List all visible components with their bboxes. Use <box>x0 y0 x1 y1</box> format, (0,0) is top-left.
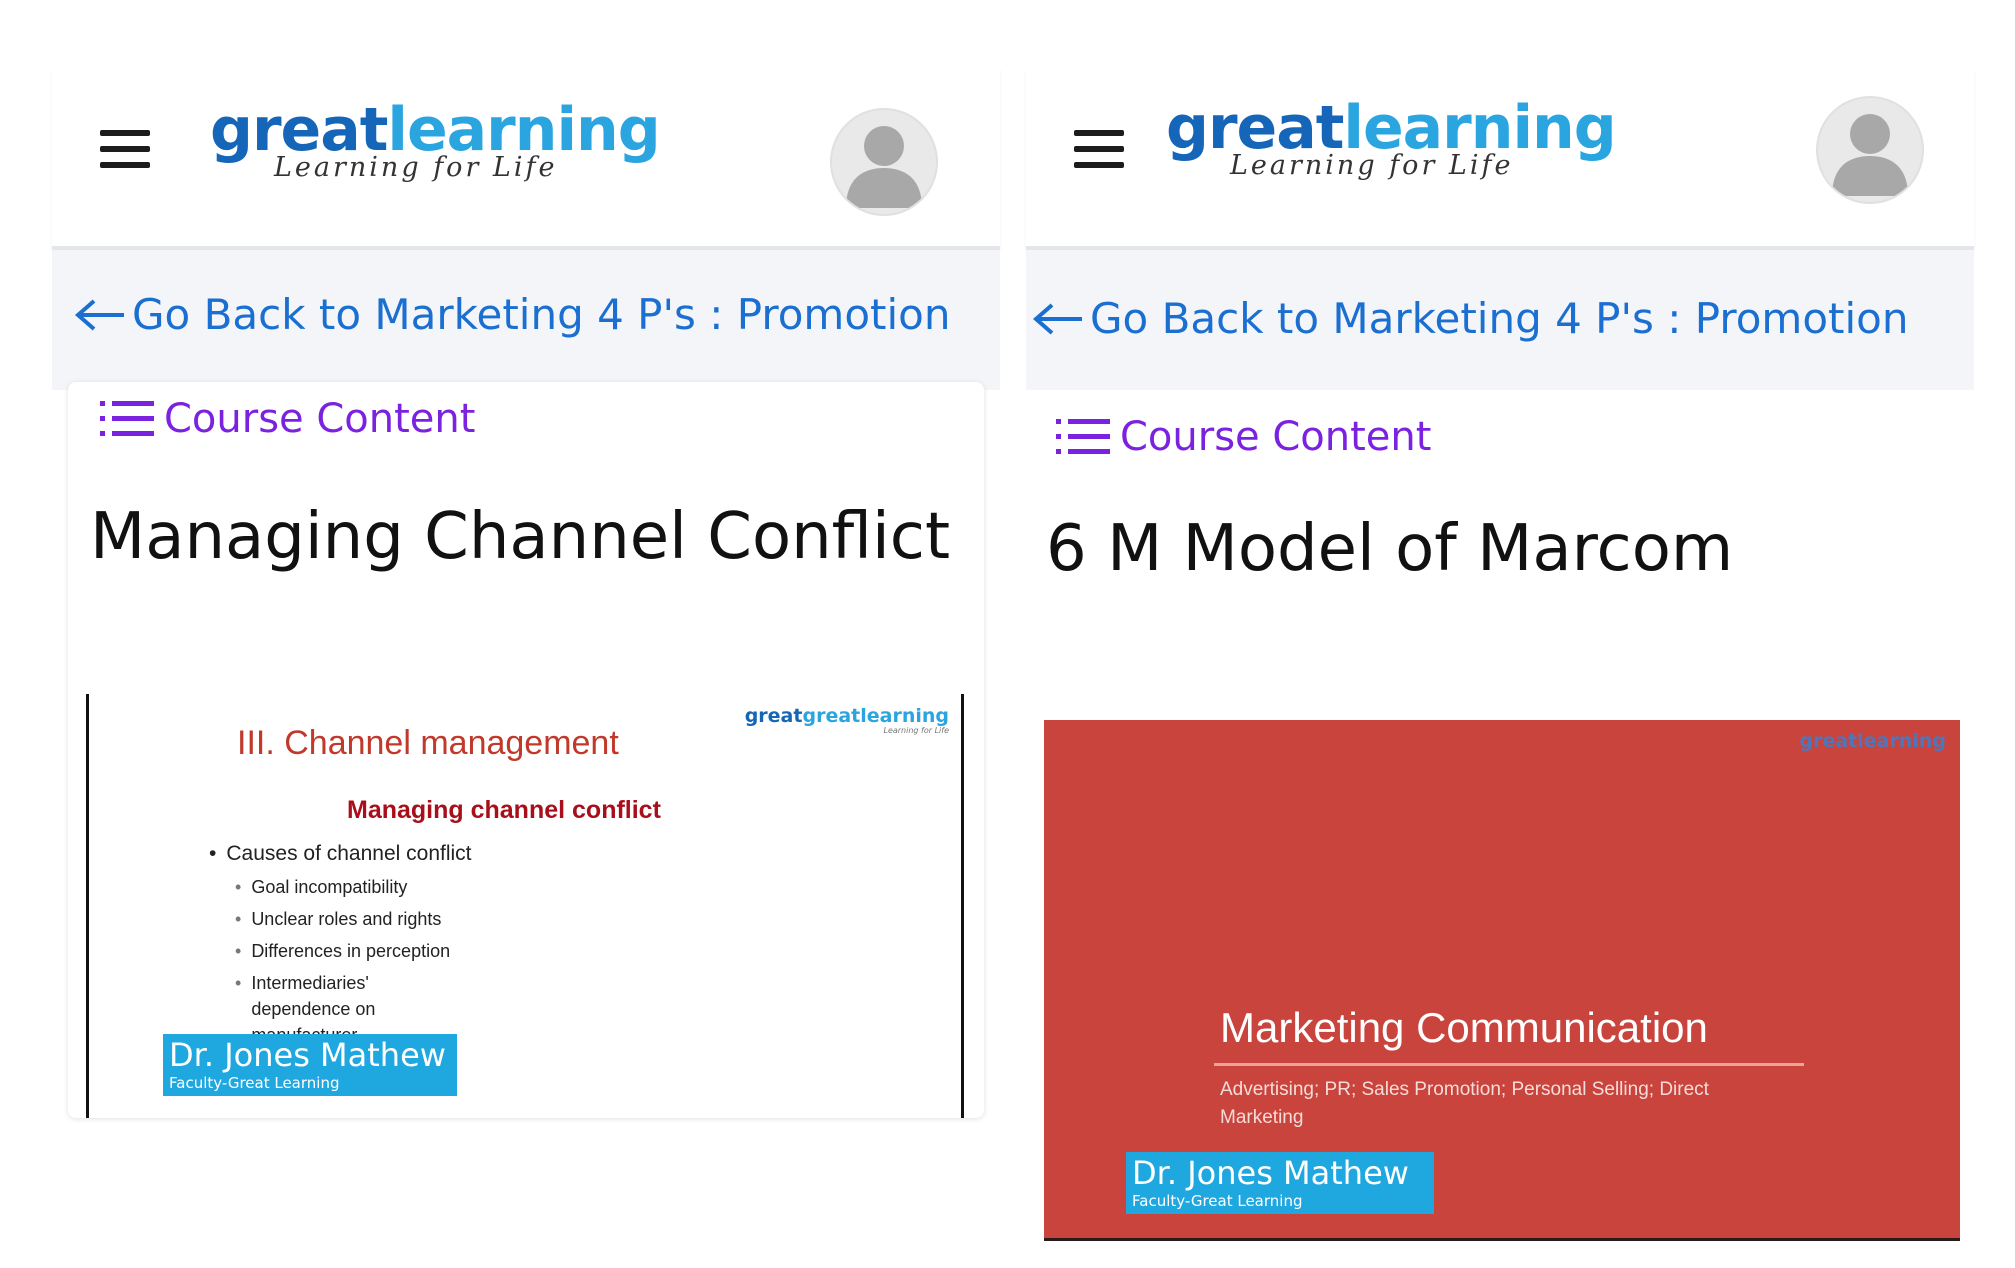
slide-subtitle: Advertising; PR; Sales Promotion; Person… <box>1220 1079 1709 1128</box>
greatlearning-logo[interactable]: greatlearning Learning for Life <box>1166 96 1617 181</box>
course-content-label: Course Content <box>1120 414 1432 460</box>
app-header: greatlearning Learning for Life <box>1026 68 1974 250</box>
slide-logo-tagline: Learning for Life <box>883 726 949 735</box>
hamburger-menu-icon[interactable] <box>100 130 150 168</box>
list-icon <box>1056 419 1110 454</box>
lesson-card: Course Content Managing Channel Conflict… <box>68 382 984 1118</box>
slide-divider <box>1214 1063 1804 1066</box>
hamburger-menu-icon[interactable] <box>1074 130 1124 168</box>
bullet-item: Goal incompatibility <box>235 874 472 900</box>
bullet-main: Causes of channel conflict <box>209 842 471 866</box>
presenter-name: Dr. Jones Mathew <box>1132 1154 1409 1192</box>
slide-title: Marketing Communication <box>1220 1004 1708 1051</box>
back-to-module-link[interactable]: Go Back to Marketing 4 P's : Promotion <box>74 290 950 339</box>
mobile-screen-left: greatlearning Learning for Life Go Back … <box>52 68 1000 1118</box>
bullet-item: Unclear roles and rights <box>235 906 472 932</box>
greatlearning-logo[interactable]: greatlearning Learning for Life <box>210 98 661 183</box>
course-content-button[interactable]: Course Content <box>98 396 475 442</box>
back-to-module-link[interactable]: Go Back to Marketing 4 P's : Promotion <box>1032 294 1908 343</box>
lesson-title: 6 M Model of Marcom <box>1046 512 1734 586</box>
list-icon <box>100 401 154 436</box>
slide-subheading: Managing channel conflict <box>347 796 661 824</box>
app-header: greatlearning Learning for Life <box>52 68 1000 250</box>
presenter-name: Dr. Jones Mathew <box>169 1036 446 1074</box>
user-avatar-icon[interactable] <box>1816 96 1924 204</box>
presenter-role: Faculty-Great Learning <box>169 1074 340 1092</box>
slide-logo-text: greatlearning <box>802 705 949 727</box>
presenter-badge: Dr. Jones Mathew Faculty-Great Learning <box>1126 1152 1434 1214</box>
user-avatar-icon[interactable] <box>830 108 938 216</box>
slide-bullet-list: Causes of channel conflict Goal incompat… <box>209 842 472 1054</box>
arrow-left-icon <box>74 298 124 331</box>
bullet-item: Differences in perception <box>235 938 472 964</box>
back-link-label: Go Back to Marketing 4 P's : Promotion <box>1090 294 1909 343</box>
lesson-card: Course Content 6 M Model of Marcom great… <box>1026 390 1974 1241</box>
lecture-video-slide[interactable]: greatlearning Marketing Communication Ad… <box>1044 720 1960 1241</box>
presenter-badge: Dr. Jones Mathew Faculty-Great Learning <box>163 1034 457 1096</box>
arrow-left-icon <box>1032 302 1082 335</box>
slide-logo: greatgreatlearning Learning for Life <box>744 705 949 735</box>
slide-heading: III. Channel management <box>237 724 619 762</box>
presenter-role: Faculty-Great Learning <box>1132 1192 1303 1210</box>
lesson-title: Managing Channel Conflict <box>90 500 951 574</box>
mobile-screen-right: greatlearning Learning for Life Go Back … <box>1026 68 1974 1241</box>
lecture-video-slide[interactable]: greatgreatlearning Learning for Life III… <box>86 694 964 1118</box>
course-content-label: Course Content <box>164 396 476 442</box>
slide-logo: greatlearning <box>1799 730 1946 752</box>
back-link-label: Go Back to Marketing 4 P's : Promotion <box>132 290 951 339</box>
course-content-button[interactable]: Course Content <box>1054 414 1431 460</box>
back-navigation-bar: Go Back to Marketing 4 P's : Promotion <box>52 250 1000 390</box>
back-navigation-bar: Go Back to Marketing 4 P's : Promotion <box>1026 250 1974 390</box>
